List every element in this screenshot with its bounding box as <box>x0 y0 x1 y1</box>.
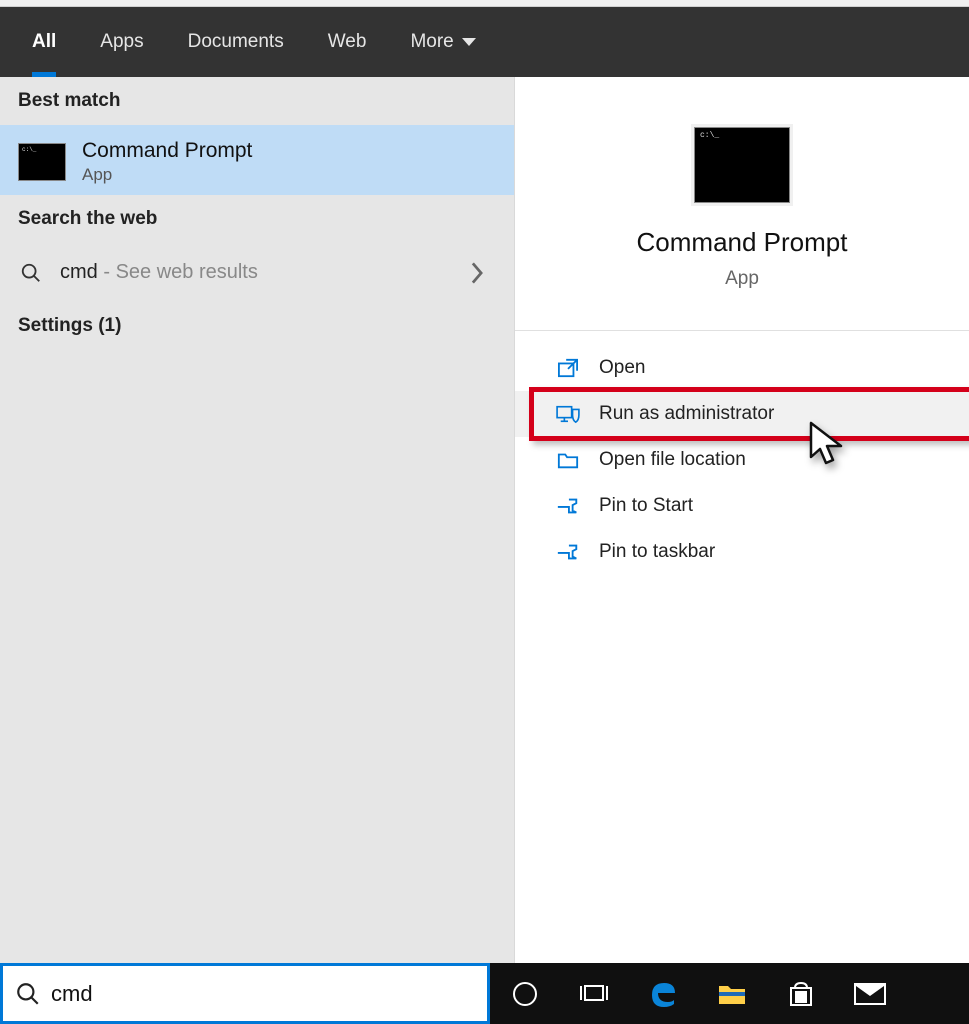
taskbar-search-box[interactable] <box>0 963 490 1024</box>
pin-icon <box>555 495 581 517</box>
action-open-location-label: Open file location <box>599 449 746 471</box>
action-open[interactable]: Open <box>515 345 969 391</box>
web-result-cmd[interactable]: cmd - See web results <box>0 243 514 302</box>
result-title: Command Prompt <box>82 139 252 163</box>
web-query: cmd <box>60 261 98 283</box>
search-icon <box>18 262 44 284</box>
preview-title: Command Prompt <box>515 227 969 258</box>
preview-divider <box>515 330 969 331</box>
chevron-right-icon <box>470 262 496 284</box>
action-pin-to-start[interactable]: Pin to Start <box>515 483 969 529</box>
command-prompt-icon <box>18 143 66 181</box>
tab-web[interactable]: Web <box>306 7 389 77</box>
action-pin-taskbar-label: Pin to taskbar <box>599 541 715 563</box>
preview-subtitle: App <box>515 268 969 290</box>
cortana-icon[interactable] <box>490 963 559 1024</box>
preview-pane: Command Prompt App Open <box>514 77 969 963</box>
result-text: Command Prompt App <box>82 139 252 185</box>
search-tabs-bar: All Apps Documents Web More <box>0 7 969 77</box>
action-open-file-location[interactable]: Open file location <box>515 437 969 483</box>
taskbar <box>0 963 969 1024</box>
tab-more[interactable]: More <box>388 7 497 77</box>
preview-command-prompt-icon <box>694 127 790 203</box>
taskbar-icons <box>490 963 969 1024</box>
chevron-down-icon <box>462 38 476 46</box>
action-pin-to-taskbar[interactable]: Pin to taskbar <box>515 529 969 575</box>
action-run-admin-label: Run as administrator <box>599 403 774 425</box>
search-input[interactable] <box>51 981 475 1007</box>
section-settings: Settings (1) <box>0 302 514 350</box>
tab-apps[interactable]: Apps <box>78 7 165 77</box>
shield-monitor-icon <box>555 403 581 425</box>
mail-icon[interactable] <box>835 963 904 1024</box>
search-icon <box>15 981 41 1007</box>
task-view-icon[interactable] <box>559 963 628 1024</box>
pin-taskbar-icon <box>555 541 581 563</box>
open-icon <box>555 357 581 379</box>
store-icon[interactable] <box>766 963 835 1024</box>
results-pane: Best match Command Prompt App Search the… <box>0 77 514 963</box>
tab-more-label: More <box>410 31 453 53</box>
action-run-as-administrator[interactable]: Run as administrator <box>515 391 969 437</box>
action-pin-start-label: Pin to Start <box>599 495 693 517</box>
preview-header: Command Prompt App <box>515 77 969 290</box>
tab-documents[interactable]: Documents <box>166 7 306 77</box>
edge-icon[interactable] <box>628 963 697 1024</box>
action-open-label: Open <box>599 357 645 379</box>
tab-all[interactable]: All <box>10 7 78 77</box>
folder-icon <box>555 449 581 471</box>
result-subtitle: App <box>82 165 252 185</box>
search-main: Best match Command Prompt App Search the… <box>0 77 969 963</box>
web-suffix: - See web results <box>98 261 258 283</box>
action-list: Open Run as administrator <box>515 345 969 575</box>
web-result-text: cmd - See web results <box>60 261 258 284</box>
result-command-prompt[interactable]: Command Prompt App <box>0 125 514 195</box>
section-search-web: Search the web <box>0 195 514 243</box>
window-chrome-strip <box>0 0 969 7</box>
file-explorer-icon[interactable] <box>697 963 766 1024</box>
section-best-match: Best match <box>0 77 514 125</box>
